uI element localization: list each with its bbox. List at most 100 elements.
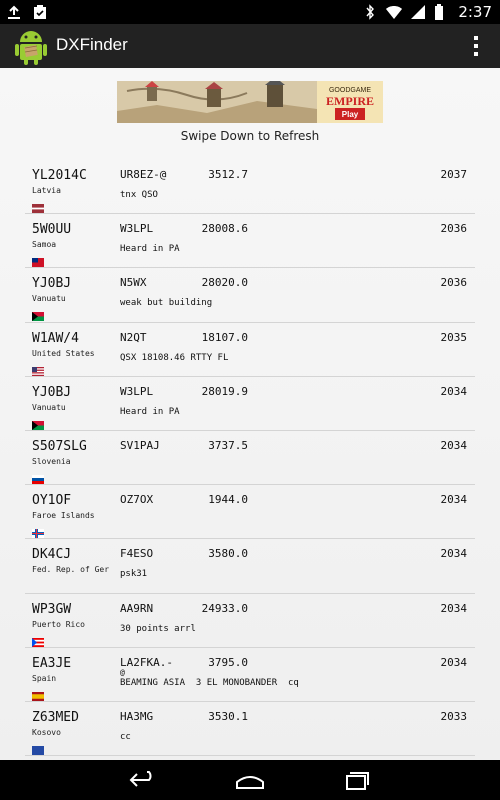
refresh-hint: Swipe Down to Refresh xyxy=(180,129,320,143)
spot-time: 2036 xyxy=(440,222,468,236)
overflow-menu-icon[interactable] xyxy=(472,36,480,56)
status-clock: 2:37 xyxy=(458,3,492,21)
ad-play-button[interactable]: Play xyxy=(342,110,359,119)
signal-icon xyxy=(410,4,426,20)
dx-country: Spain xyxy=(32,673,57,683)
spotter-callsign: UR8EZ-@ xyxy=(120,168,167,181)
dx-country: Samoa xyxy=(32,240,57,250)
spotter-callsign: OZ7OX xyxy=(120,493,154,507)
spotter-callsign: HA3MG xyxy=(120,709,154,723)
spot-row[interactable]: OY1OF Faroe Islands OZ7OX 1944.0 2034 xyxy=(25,485,475,540)
dx-callsign: YL2014C xyxy=(32,168,87,183)
dx-callsign: OY1OF xyxy=(32,493,72,509)
spot-comment: Heard in PA xyxy=(120,406,180,417)
recents-icon[interactable] xyxy=(338,768,374,792)
spot-comment: QSX 18108.46 RTTY FL xyxy=(120,352,229,363)
spot-time: 2034 xyxy=(440,601,468,615)
dx-callsign: YJ0BJ xyxy=(32,384,72,400)
dx-callsign: WP3GW xyxy=(32,601,72,617)
spotter-callsign: W3LPL xyxy=(120,384,154,398)
flag-spain-icon xyxy=(32,686,44,701)
spot-time: 2034 xyxy=(440,493,468,507)
spot-comment: cc xyxy=(120,731,131,742)
spot-row[interactable]: WP3GW Puerto Rico AA9RN 24933.0 2034 30 point… xyxy=(25,594,475,648)
spot-comment: tnx QSO xyxy=(120,190,158,200)
spot-time: 2033 xyxy=(440,709,468,723)
flag-samoa-icon xyxy=(32,252,44,268)
dx-callsign: S507SLG xyxy=(32,438,87,454)
frequency: 24933.0 xyxy=(201,601,248,615)
spot-comment: psk31 xyxy=(120,569,148,580)
wifi-icon xyxy=(386,4,403,20)
home-icon[interactable] xyxy=(232,768,268,792)
flag-vanuatu-icon xyxy=(32,306,44,322)
dx-country: United States xyxy=(32,348,95,358)
frequency: 28008.6 xyxy=(201,222,248,236)
status-bar: 2:37 xyxy=(0,0,500,24)
dx-callsign: DK4CJ xyxy=(32,547,72,563)
ad-brand: GOODGAME xyxy=(329,87,371,94)
spot-time: 2034 xyxy=(440,384,468,398)
frequency: 1944.0 xyxy=(208,493,248,507)
bluetooth-icon xyxy=(362,4,378,20)
spot-row[interactable]: YJ0BJ Vanuatu W3LPL 28019.9 2034 Heard in PA xyxy=(25,377,475,431)
spot-row[interactable]: S507SLG Slovenia SV1PAJ 3737.5 2034 xyxy=(25,431,475,486)
spot-row[interactable]: EA3JE Spain LA2FKA.- @3795.0 2034 BEAMING ASI… xyxy=(25,648,475,702)
spotter-callsign: SV1PAJ xyxy=(120,438,160,452)
frequency: 3795.0 xyxy=(208,655,248,669)
spotter-extra: @ xyxy=(120,667,125,677)
spot-time: 2037 xyxy=(440,168,468,181)
spot-list: YL2014C Latvia UR8EZ-@ 3512.7 2037 tnx QSO 5W0… xyxy=(25,160,475,757)
frequency: 18107.0 xyxy=(201,330,248,344)
spot-row[interactable]: DK4CJ Fed. Rep. of Ger F4ESO 3580.0 2034 psk3… xyxy=(25,539,475,594)
spot-row[interactable]: YJ0BJ Vanuatu N5WX 28020.0 2036 weak but buil… xyxy=(25,268,475,323)
spot-row[interactable]: 5W0UU Samoa W3LPL 28008.6 2036 Heard in PA xyxy=(25,214,475,269)
spotter-callsign: F4ESO xyxy=(120,547,154,561)
dx-callsign: YJ0BJ xyxy=(32,276,72,292)
dx-country: Fed. Rep. of Ger xyxy=(32,565,110,575)
dx-country: Puerto Rico xyxy=(32,619,85,629)
back-icon[interactable] xyxy=(126,768,162,792)
flag-faroe-icon xyxy=(32,523,44,539)
dx-callsign: EA3JE xyxy=(32,655,72,671)
dx-callsign: W1AW/4 xyxy=(32,330,79,346)
flag-germany-icon xyxy=(32,577,44,586)
ad-banner[interactable]: GOODGAME EMPIRE Play xyxy=(117,81,383,123)
spot-comment: 30 points arrl xyxy=(120,623,196,634)
clipboard-icon xyxy=(32,4,48,20)
dx-country: Latvia xyxy=(32,186,61,195)
spot-time: 2036 xyxy=(440,276,468,290)
frequency: 3737.5 xyxy=(208,438,248,452)
frequency: 3530.1 xyxy=(208,709,248,723)
battery-icon xyxy=(434,4,450,20)
spot-list-container[interactable]: GOODGAME EMPIRE Play Swipe Down to Refre… xyxy=(0,68,500,760)
spotter-callsign: AA9RN xyxy=(120,601,154,615)
spot-time: 2034 xyxy=(440,547,468,561)
flag-usa-icon xyxy=(32,361,44,376)
spot-row[interactable]: W1AW/4 United States N2QT 18107.0 2035 QSX 18… xyxy=(25,323,475,377)
spot-comment: Heard in PA xyxy=(120,244,180,255)
navigation-bar xyxy=(0,760,500,800)
spotter-callsign: N5WX xyxy=(120,276,147,290)
dx-callsign: 5W0UU xyxy=(32,222,72,238)
spotter-callsign: W3LPL xyxy=(120,222,154,236)
spot-comment: BEAMING ASIA 3 EL MONOBANDER cq xyxy=(120,677,299,688)
spot-time: 2035 xyxy=(440,330,468,344)
flag-slovenia-icon xyxy=(32,469,44,484)
spotter-callsign: LA2FKA.- xyxy=(120,655,173,669)
spot-row[interactable]: Z63MED Kosovo HA3MG 3530.1 2033 cc xyxy=(25,702,475,757)
ad-name: EMPIRE xyxy=(326,94,374,108)
spotter-callsign: N2QT xyxy=(120,330,147,344)
dx-country: Vanuatu xyxy=(32,402,66,412)
flag-vanuatu-icon xyxy=(32,415,44,430)
spot-time: 2034 xyxy=(440,655,468,669)
action-bar: DXFinder xyxy=(0,24,500,68)
app-title: DXFinder xyxy=(56,35,128,54)
spot-comment: weak but building xyxy=(120,298,213,309)
frequency: 3512.7 xyxy=(208,168,248,181)
flag-latvia-icon xyxy=(32,198,44,213)
spot-row[interactable]: YL2014C Latvia UR8EZ-@ 3512.7 2037 tnx QSO xyxy=(25,160,475,215)
android-icon[interactable] xyxy=(12,26,50,66)
dx-country: Kosovo xyxy=(32,727,61,737)
frequency: 3580.0 xyxy=(208,547,248,561)
